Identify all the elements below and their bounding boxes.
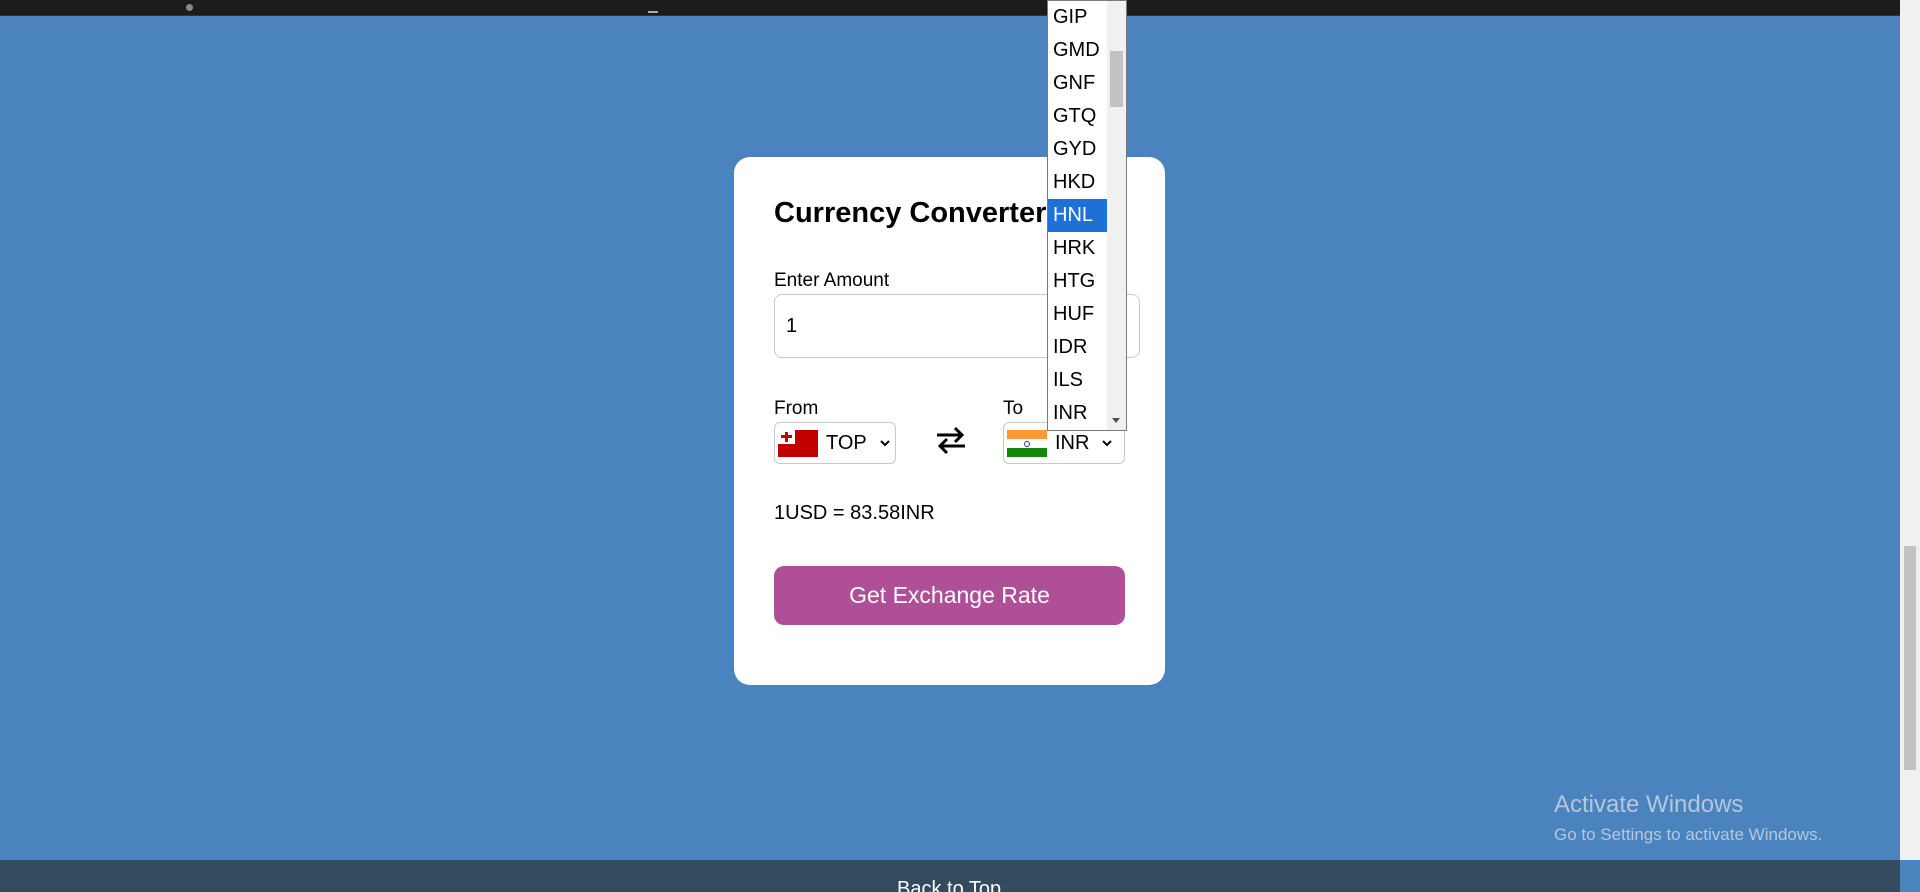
india-flag-icon bbox=[1007, 429, 1047, 457]
tonga-flag-icon bbox=[778, 429, 818, 457]
dropdown-option[interactable]: GNF bbox=[1048, 67, 1107, 100]
exchange-rate-text: 1USD = 83.58INR bbox=[774, 502, 935, 524]
dropdown-option[interactable]: HKD bbox=[1048, 166, 1107, 199]
dropdown-option[interactable]: ILS bbox=[1048, 364, 1107, 397]
swap-arrows-icon[interactable] bbox=[934, 422, 968, 458]
topbar-dot bbox=[186, 4, 193, 11]
dropdown-option[interactable]: HUF bbox=[1048, 298, 1107, 331]
footer: Back to Top bbox=[0, 860, 1900, 892]
dropdown-option[interactable]: GIP bbox=[1048, 1, 1107, 34]
chevron-down-icon bbox=[880, 440, 890, 447]
dropdown-option[interactable]: INR bbox=[1048, 397, 1107, 430]
dropdown-option[interactable]: HRK bbox=[1048, 232, 1107, 265]
dropdown-scrollbar[interactable] bbox=[1107, 1, 1126, 430]
dropdown-option[interactable]: GYD bbox=[1048, 133, 1107, 166]
from-currency-code: TOP bbox=[826, 431, 867, 454]
dropdown-option[interactable]: GTQ bbox=[1048, 100, 1107, 133]
amount-label: Enter Amount bbox=[774, 270, 890, 291]
get-exchange-rate-button[interactable]: Get Exchange Rate bbox=[774, 566, 1125, 625]
scroll-down-arrow-icon[interactable] bbox=[1112, 418, 1120, 423]
dropdown-option[interactable]: IDR bbox=[1048, 331, 1107, 364]
to-currency-code: INR bbox=[1055, 431, 1090, 454]
activate-windows-title: Activate Windows bbox=[1554, 791, 1744, 818]
activate-windows-subtitle: Go to Settings to activate Windows. bbox=[1554, 825, 1823, 844]
to-label: To bbox=[1003, 398, 1024, 419]
page-scrollbar[interactable] bbox=[1900, 0, 1920, 860]
dropdown-option-selected[interactable]: HNL bbox=[1048, 199, 1107, 232]
topbar-underscore bbox=[648, 11, 658, 13]
page-title: Currency Converter bbox=[774, 197, 1047, 229]
dropdown-option[interactable]: HTG bbox=[1048, 265, 1107, 298]
back-to-top-link[interactable]: Back to Top bbox=[897, 878, 1001, 892]
from-label: From bbox=[774, 398, 819, 419]
from-currency-select[interactable]: TOP bbox=[774, 422, 896, 464]
page-scrollbar-thumb[interactable] bbox=[1904, 546, 1916, 770]
browser-top-bar bbox=[0, 0, 1900, 16]
dropdown-option[interactable]: GMD bbox=[1048, 34, 1107, 67]
currency-dropdown-list[interactable]: GIP GMD GNF GTQ GYD HKD HNL HRK HTG HUF … bbox=[1047, 0, 1127, 431]
chevron-down-icon bbox=[1102, 440, 1113, 447]
dropdown-scrollbar-thumb[interactable] bbox=[1110, 51, 1123, 107]
